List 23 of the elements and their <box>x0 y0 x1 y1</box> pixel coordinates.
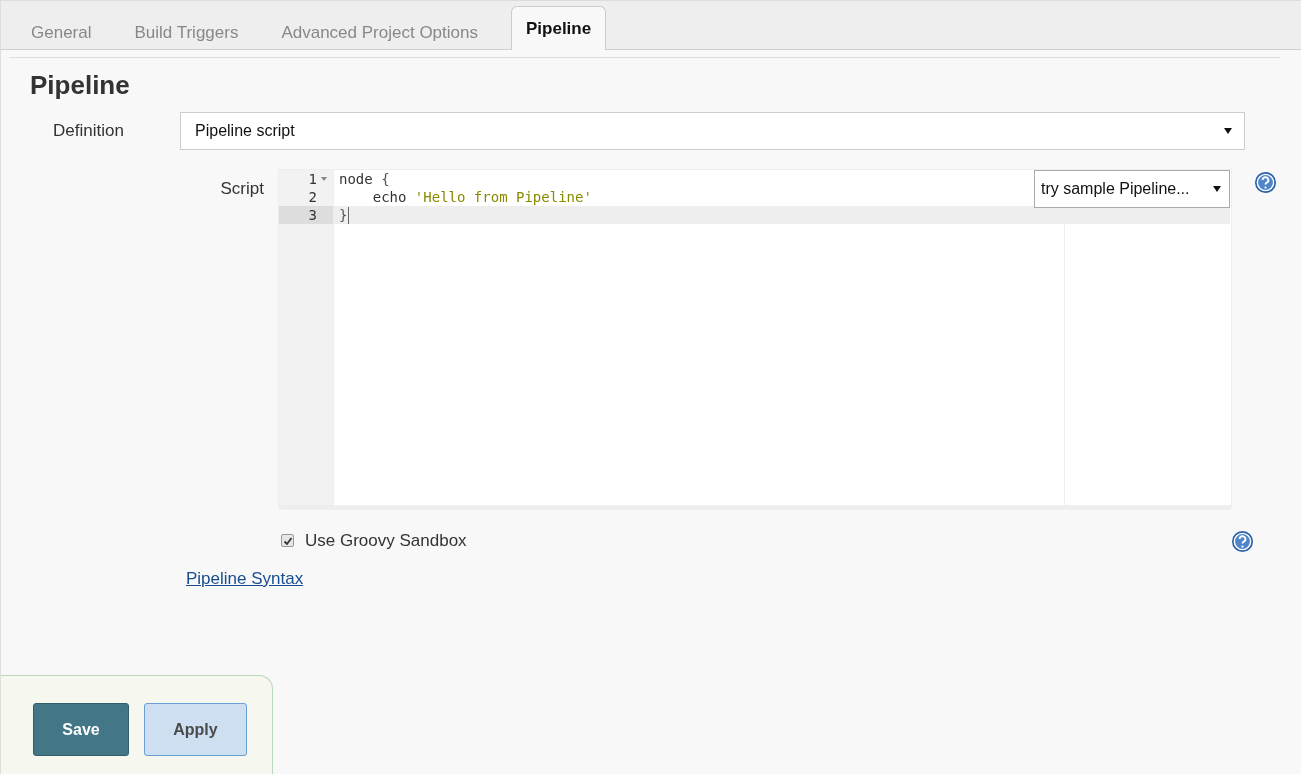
apply-button[interactable]: Apply <box>144 703 247 756</box>
help-icon[interactable] <box>1231 530 1254 553</box>
checkbox-label: Use Groovy Sandbox <box>305 530 467 551</box>
line-number: 1 <box>308 170 317 188</box>
code-line: node { <box>339 170 390 188</box>
caret-icon <box>1213 185 1221 193</box>
code-editor[interactable]: 1 2 3 node { echo 'Hello from Pipeline' } try sample Pipeline... <box>278 169 1232 510</box>
line-number: 2 <box>308 188 317 206</box>
section-title: Pipeline <box>30 69 131 102</box>
sample-dropdown[interactable]: try sample Pipeline... <box>1034 170 1230 208</box>
field-label: Script <box>219 178 264 199</box>
checkbox[interactable] <box>281 534 294 547</box>
code-line: } <box>339 206 350 224</box>
tab[interactable]: Pipeline <box>511 6 607 50</box>
definition-select[interactable]: Pipeline script <box>180 112 1245 150</box>
fold-arrow-icon[interactable] <box>321 177 327 181</box>
pipeline-syntax-link[interactable]: Pipeline Syntax <box>186 569 304 589</box>
help-icon[interactable] <box>1254 171 1277 194</box>
caret-icon <box>1224 127 1232 135</box>
line-number: 3 <box>308 206 317 224</box>
save-button[interactable]: Save <box>33 703 129 756</box>
code-line: echo 'Hello from Pipeline' <box>371 188 592 206</box>
field-label: Definition <box>53 121 125 141</box>
